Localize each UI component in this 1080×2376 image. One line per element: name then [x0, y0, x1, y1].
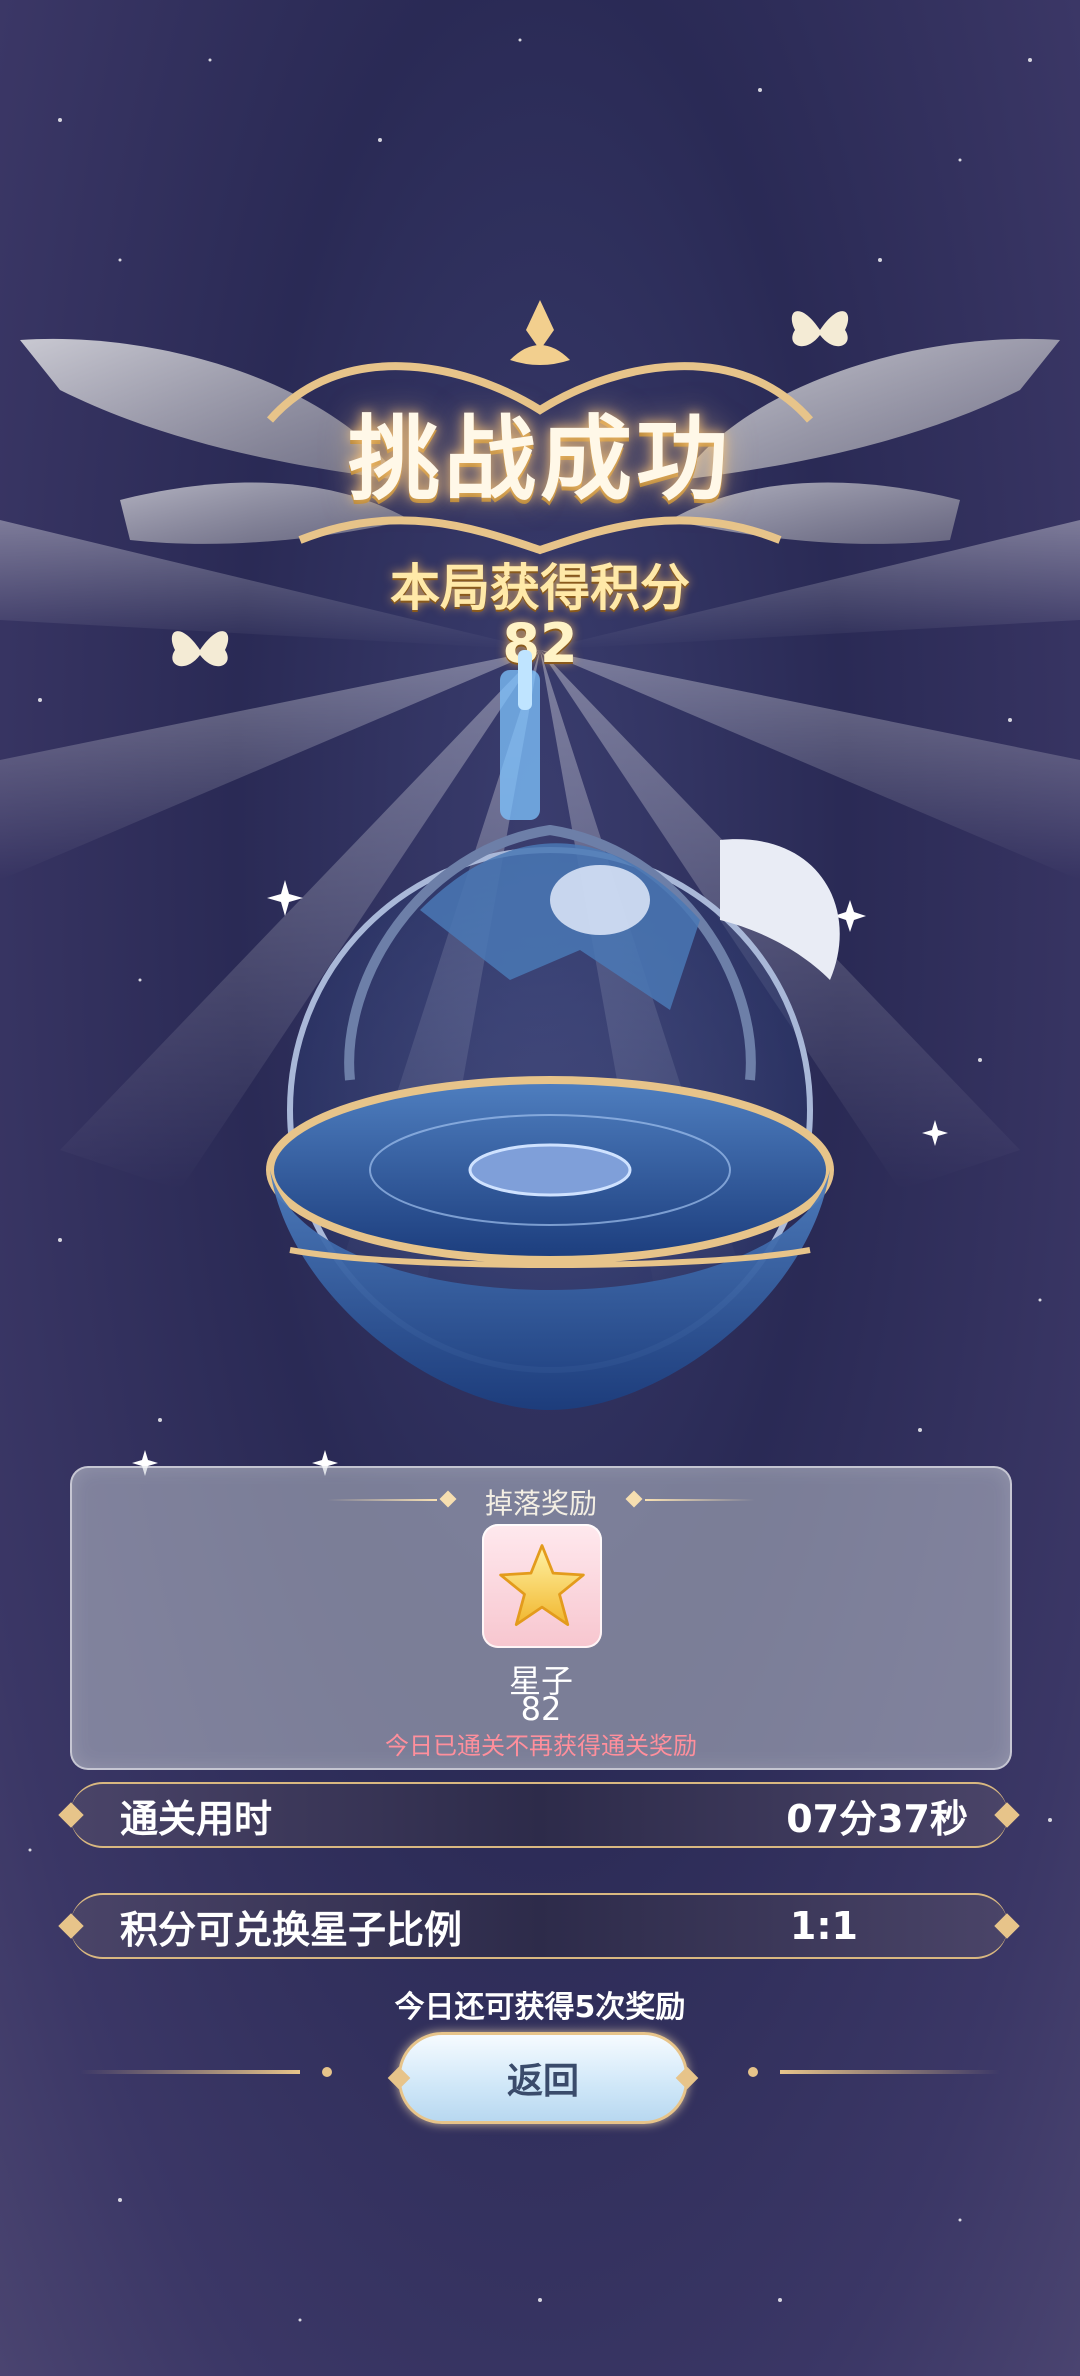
reward-item[interactable]: [482, 1524, 602, 1648]
page-title: 挑战成功: [347, 406, 732, 513]
divider: [780, 2070, 1000, 2074]
exchange-ratio-bar: 积分可兑换星子比例 1:1: [70, 1893, 1008, 1959]
globe-illustration: [266, 650, 840, 1410]
reward-panel-title: 掉落奖励: [484, 1487, 597, 1520]
divider: [645, 1499, 755, 1501]
remaining-rewards-text: 今日还可获得5次奖励: [394, 1990, 686, 2025]
back-button[interactable]: 返回: [398, 2032, 688, 2124]
butterfly-icon: [791, 311, 849, 347]
exchange-ratio-label: 积分可兑换星子比例: [120, 1907, 463, 1952]
divider: [80, 2070, 300, 2074]
clear-time-bar: 通关用时 07分37秒: [70, 1782, 1008, 1848]
clear-time-value: 07分37秒: [786, 1796, 968, 1841]
divider: [748, 2067, 758, 2077]
divider: [322, 2067, 332, 2077]
reward-note: 今日已通关不再获得通关奖励: [385, 1732, 697, 1760]
clear-time-label: 通关用时: [120, 1796, 273, 1841]
star-icon: [499, 1544, 585, 1627]
exchange-ratio-value: 1:1: [789, 1904, 858, 1948]
score-label: 本局获得积分: [390, 559, 690, 617]
reward-panel: 掉落奖励 星子 82 今日已通关不再获得通关奖励: [70, 1466, 1012, 1770]
reward-item-count: 82: [520, 1690, 562, 1728]
